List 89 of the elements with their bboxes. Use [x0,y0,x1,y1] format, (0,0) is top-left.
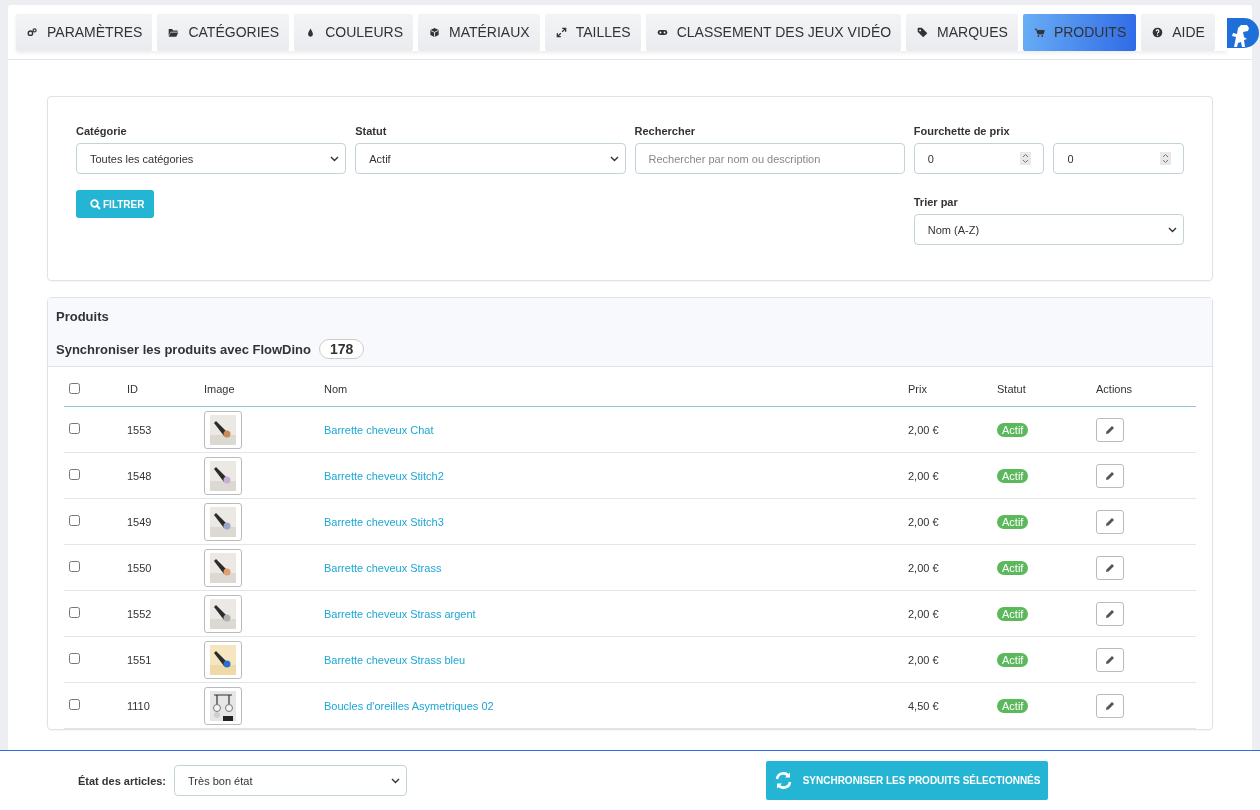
product-id: 1552 [127,607,152,620]
field-label: État des articles: [78,774,167,787]
edit-button[interactable] [1096,647,1124,672]
column-header: Prix [908,383,927,395]
count-badge: 178 [319,339,365,359]
tab[interactable]: AIDE [1141,13,1215,51]
card-title: Produits [56,309,110,324]
product-id: 1548 [127,469,152,482]
folder-icon [168,26,180,38]
product-price: 2,00 € [908,653,939,666]
category-select[interactable]: Toutes les catégories [76,143,347,174]
field-label: Fourchette de prix [913,125,1011,137]
product-id: 1550 [127,561,152,574]
column-header: Nom [324,383,348,395]
sync-heading: Synchroniser les produits avec FlowDino [56,341,311,357]
status-badge: Actif [997,422,1029,437]
pencil-icon [1105,608,1115,619]
tab[interactable]: CATÉGORIES [157,13,290,51]
tag-icon [917,26,929,38]
pencil-icon [1105,424,1115,435]
product-id: 1553 [127,423,152,436]
row-checkbox[interactable] [69,469,80,480]
column-header: Statut [997,383,1026,395]
search-icon [90,198,101,210]
tab[interactable]: PARAMÈTRES [16,13,153,51]
tab[interactable]: COULEURS [294,13,413,51]
edit-button[interactable] [1096,463,1124,488]
tab[interactable]: CLASSEMENT DES JEUX VIDÉO [645,13,902,51]
cart-icon [1033,26,1045,38]
tab[interactable]: MATÉRIAUX [418,13,540,51]
expand-arrows-icon [555,26,567,38]
help-icon [1152,26,1164,38]
row-checkbox[interactable] [69,699,80,710]
product-price: 2,00 € [908,423,939,436]
product-price: 4,50 € [908,699,939,712]
pencil-icon [1105,654,1115,665]
status-badge: Actif [997,560,1029,575]
field-label: Catégorie [76,125,128,137]
field-label: Statut [355,125,388,137]
column-header: Actions [1096,383,1133,395]
cube-icon [429,26,440,38]
product-id: 1110 [127,699,150,712]
product-id: 1551 [127,653,152,666]
status-badge: Actif [997,468,1029,483]
status-select[interactable]: Actif [355,143,626,174]
edit-button[interactable] [1096,509,1124,534]
row-checkbox[interactable] [69,607,80,618]
row-checkbox[interactable] [69,515,80,526]
chevron-down-icon [1168,226,1177,233]
gear-icon [27,26,38,38]
pencil-icon [1105,700,1115,711]
tab[interactable]: TAILLES [544,13,641,51]
field-label: Trier par [913,196,959,208]
chevron-down-icon [330,155,340,162]
status-badge: Actif [997,514,1029,529]
product-price: 2,00 € [908,469,939,482]
row-checkbox[interactable] [69,561,80,572]
sort-select[interactable]: Nom (A-Z) [913,214,1184,245]
chevron-down-icon [609,155,619,162]
product-price: 2,00 € [908,607,939,620]
spinner-icon [1160,152,1171,165]
condition-select[interactable]: Très bon état [174,765,408,796]
product-id: 1549 [127,515,152,528]
status-badge: Actif [997,698,1029,713]
chevron-down-icon [391,777,401,784]
column-header: ID [127,383,138,395]
row-checkbox[interactable] [69,423,80,434]
tab[interactable]: PRODUITS [1022,13,1137,51]
edit-button[interactable] [1096,693,1124,718]
edit-button[interactable] [1096,555,1124,580]
price-min-field[interactable]: 0 [913,143,1045,174]
edit-button[interactable] [1096,601,1124,626]
refresh-icon [773,771,793,790]
spinner-icon [1020,152,1032,165]
row-checkbox[interactable] [69,653,80,664]
pencil-icon [1105,470,1115,481]
search-field[interactable]: Rechercher par nom ou description [634,143,905,174]
pencil-icon [1105,516,1115,527]
edit-button[interactable] [1096,417,1124,442]
product-price: 2,00 € [908,561,939,574]
price-max-field[interactable]: 0 [1053,143,1184,174]
pencil-icon [1105,562,1115,573]
field-label: Rechercher [634,125,697,137]
tab[interactable]: MARQUES [906,13,1018,51]
status-badge: Actif [997,652,1029,667]
select-all-checkbox[interactable] [69,382,80,394]
product-price: 2,00 € [908,515,939,528]
column-header: Image [204,383,235,395]
status-badge: Actif [997,606,1029,621]
